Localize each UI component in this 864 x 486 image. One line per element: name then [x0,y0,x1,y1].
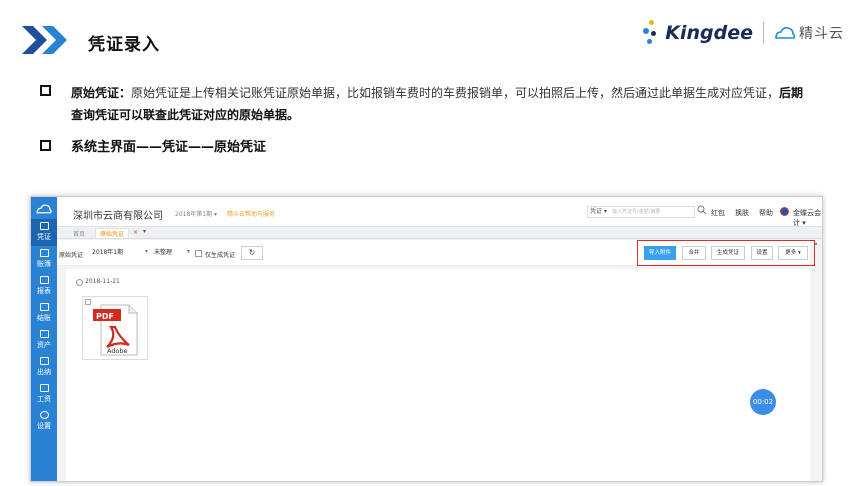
sidebar-item-ledger[interactable]: 账簿 [31,246,57,273]
sidebar-item-report[interactable]: 报表 [31,273,57,300]
user-menu[interactable]: 金蝶云会计 ▾ [793,208,822,228]
settings-button[interactable]: 设置 [751,246,773,260]
sidebar-item-label: 账簿 [37,260,51,268]
sidebar-item-label: 出纳 [37,368,51,376]
sidebar-item-label: 资产 [37,341,51,349]
redpacket-link[interactable]: 红包 [711,208,725,218]
cloud-logo-icon [36,204,52,214]
tab-bar: 首页 原始凭证 × ▾ [57,227,822,239]
settings-icon [39,411,49,419]
sidebar-item-cashier[interactable]: 出纳 [31,354,57,381]
tab-more-icon[interactable]: ▾ [143,228,146,235]
brand-logos: Kingdee 精斗云 [643,18,844,48]
period-selector[interactable]: 2018年第1期 ▾ [175,209,217,218]
bullet-text: 系统主界面——凭证——原始凭证 [71,140,267,155]
logo-divider [763,22,764,44]
kingdee-logo: Kingdee [665,22,753,44]
app-header: 深圳市云商有限公司 2018年第1期 ▾ 精斗云帮助与服务 凭证 ▾ 输入凭证号… [57,197,822,227]
sidebar-item-voucher[interactable]: 凭证 [31,219,57,246]
pdf-label: PDF [96,312,114,321]
cloud-logo-icon [775,27,796,39]
tab-original-voucher[interactable]: 原始凭证 [95,228,130,238]
toolbar-label: 原始凭证 [59,252,84,259]
asset-icon [39,330,49,338]
pdf-file-icon: PDF Adobe [93,304,138,356]
search-input[interactable]: 凭证 ▾ 输入凭证号/金额/摘要 [587,206,695,218]
only-generate-checkbox[interactable] [195,250,202,257]
bullet-body: 原始凭证是上传相关记账凭证原始单据，比如报销车费时的车费报销单，可以拍照后上传，… [131,86,780,100]
bullet-square-icon [40,85,51,96]
ledger-icon [39,249,49,257]
checkbox-label: 仅生成凭证 [205,252,236,259]
date-select-radio[interactable] [76,279,83,286]
bullet-text: 原始凭证：原始凭证是上传相关记账凭证原始单据，比如报销车费时的车费报销单，可以拍… [71,82,811,126]
app-screenshot: 凭证 账簿 报表 结账 资产 出纳 工资 设置 深圳市云商有限公司 2018年第… [30,196,823,482]
kingdee-dots-icon [643,20,661,46]
refresh-button[interactable]: ↻ [241,246,263,260]
sidebar-item-salary[interactable]: 工资 [31,381,57,408]
bullet-square-icon [40,140,51,151]
company-name: 深圳市云商有限公司 [73,211,163,222]
salary-icon [39,384,49,392]
sidebar-item-label: 工资 [37,395,51,403]
bullet-original-voucher: 原始凭证：原始凭证是上传相关记账凭证原始单据，比如报销车费时的车费报销单，可以拍… [40,82,811,126]
sidebar-item-label: 设置 [37,422,51,430]
sidebar-item-closing[interactable]: 结账 [31,300,57,327]
import-attachment-button[interactable]: 导入附件 [644,246,676,260]
status-select[interactable]: 未整理 [151,248,187,259]
search-type-select[interactable]: 凭证 ▾ [590,207,607,217]
document-checkbox[interactable] [85,299,91,305]
closing-icon [39,303,49,311]
sidebar-item-label: 结账 [37,314,51,322]
merge-button[interactable]: 合并 [682,246,706,260]
tab-home[interactable]: 首页 [73,229,85,238]
sidebar-item-label: 报表 [37,287,51,295]
help-link[interactable]: 帮助 [759,208,773,218]
tab-close-icon[interactable]: × [133,229,138,236]
adobe-label: Adobe [107,347,128,355]
help-notice-link[interactable]: 精斗云帮助与服务 [227,209,275,218]
skin-link[interactable]: 换肤 [735,208,749,218]
bullet-label: 原始凭证： [71,86,132,100]
cashier-icon [39,357,49,365]
sidebar-item-settings[interactable]: 设置 [31,408,57,435]
highlighted-actions: 导入附件 合并 生成凭证 设置 更多 ▾ [637,240,815,266]
generate-voucher-button[interactable]: 生成凭证 [711,246,745,260]
chevron-right-icon [22,26,67,54]
search-placeholder: 输入凭证号/金额/摘要 [612,209,661,215]
chevron-down-icon[interactable]: ▾ [145,248,148,255]
avatar[interactable] [780,207,789,216]
period-select[interactable]: 2018年1期 [89,248,145,259]
more-button[interactable]: 更多 ▾ [778,246,808,260]
jingdouyun-logo: 精斗云 [799,26,844,42]
voucher-icon [39,222,49,230]
chevron-down-icon[interactable]: ▾ [187,248,190,255]
report-icon [39,276,49,284]
sidebar-item-asset[interactable]: 资产 [31,327,57,354]
date-label: 2018-11-21 [85,278,120,285]
bullet-navigation-path: 系统主界面——凭证——原始凭证 [40,137,811,159]
search-icon[interactable] [697,205,707,215]
sidebar-item-label: 凭证 [37,233,51,241]
voucher-toolbar: 原始凭证 2018年1期 ▾ 未整理 ▾ 仅生成凭证 ↻ 导入附件 合并 生成凭… [57,240,815,266]
slide-title: 凭证录入 [88,35,160,55]
app-sidebar: 凭证 账簿 报表 结账 资产 出纳 工资 设置 [31,197,57,481]
pdf-document-card[interactable]: PDF Adobe [82,296,148,360]
slide: 凭证录入 Kingdee 精斗云 原始凭证：原始凭证是上传相关记账凭证原始单据，… [0,0,864,486]
scroll-up-icon[interactable]: ˄ [811,241,821,255]
timer-badge[interactable]: 00:02 [750,389,776,415]
voucher-content: 2018-11-21 PDF Adobe 00:02 [66,269,810,481]
